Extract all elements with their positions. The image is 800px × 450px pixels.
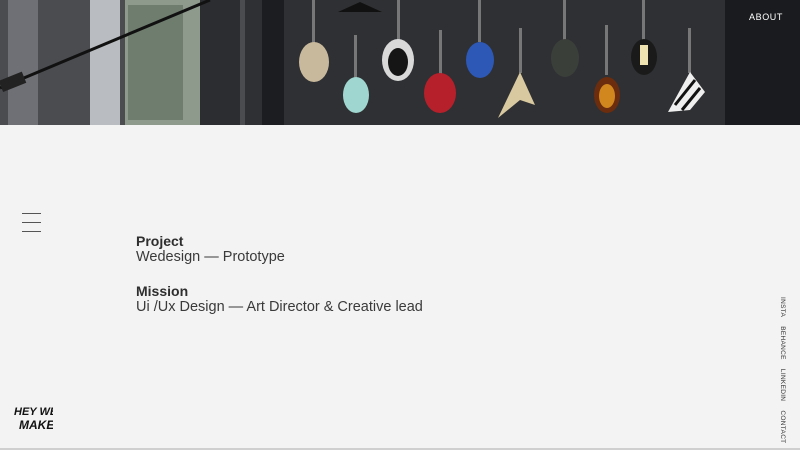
linkedin-link[interactable]: LINKEDIN xyxy=(779,369,786,401)
insta-link[interactable]: INSTA xyxy=(779,297,786,317)
svg-text:MAKE: MAKE xyxy=(19,418,53,432)
hero-image: ABOUT xyxy=(0,0,800,125)
hey-we-make-logo-icon: HEY WE MAKE xyxy=(14,406,58,432)
about-link[interactable]: ABOUT xyxy=(749,12,783,22)
hamburger-menu-icon[interactable] xyxy=(22,213,42,233)
project-info: Project Wedesign — Prototype Mission Ui … xyxy=(136,233,423,333)
social-links: INSTA BEHANCE LINKEDIN CONTACT xyxy=(776,297,788,443)
project-label: Project xyxy=(136,233,184,249)
contact-link[interactable]: CONTACT xyxy=(779,410,786,443)
logo[interactable]: HEY WE MAKE xyxy=(13,402,58,434)
mission-block: Mission Ui /Ux Design — Art Director & C… xyxy=(136,283,423,316)
guitar-wall-image xyxy=(0,0,800,125)
mission-label: Mission xyxy=(136,283,189,299)
behance-link[interactable]: BEHANCE xyxy=(779,326,786,360)
project-block: Project Wedesign — Prototype xyxy=(136,233,423,266)
svg-text:HEY WE: HEY WE xyxy=(14,406,53,418)
project-value: Wedesign — Prototype xyxy=(136,249,285,265)
mission-value: Ui /Ux Design — Art Director & Creative … xyxy=(136,299,423,315)
